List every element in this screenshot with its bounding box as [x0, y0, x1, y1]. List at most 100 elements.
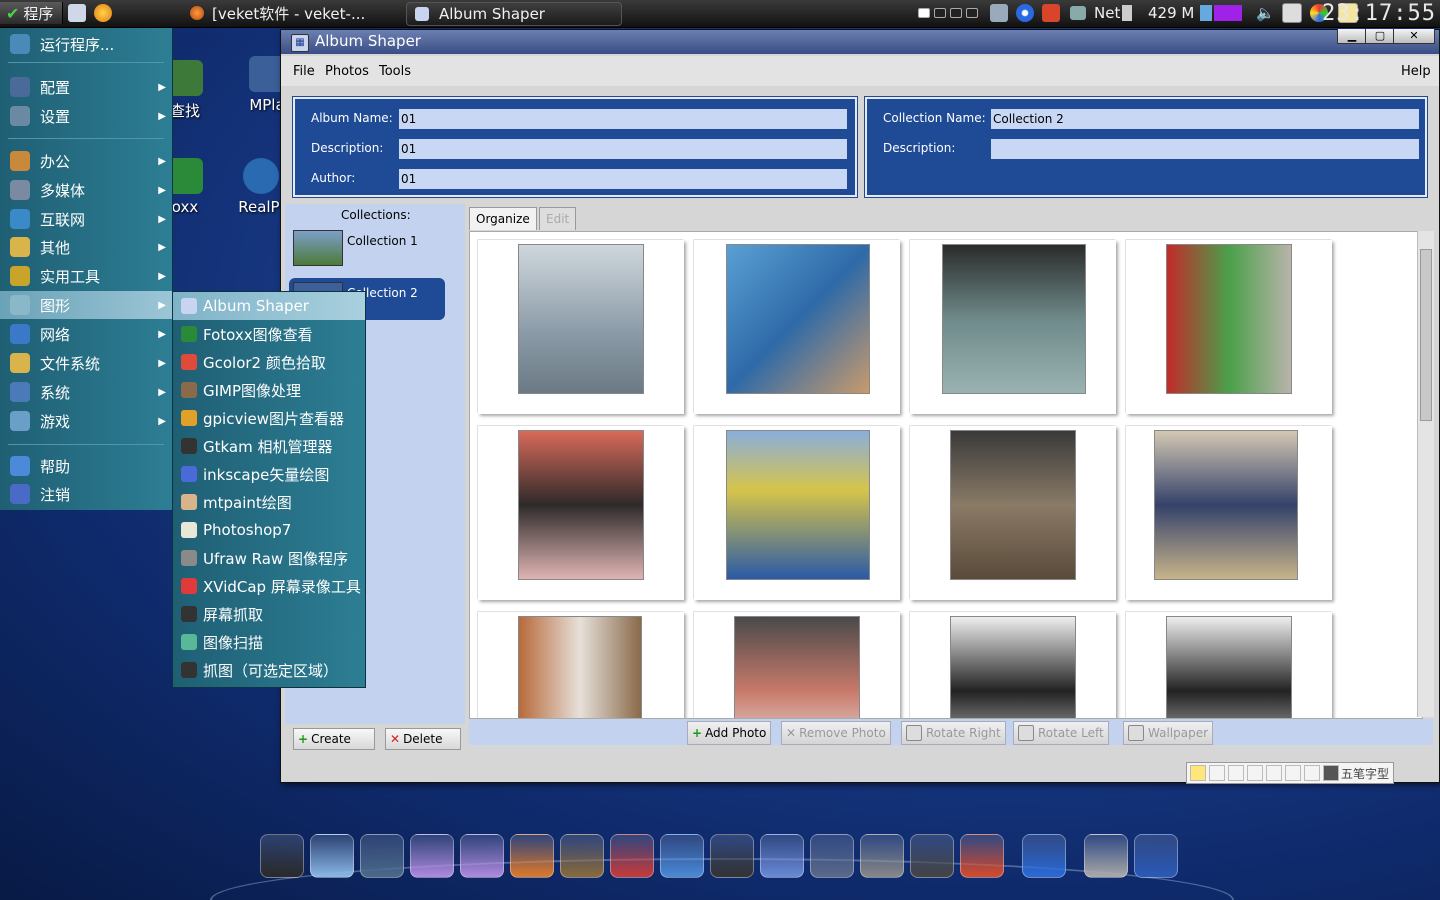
- minimize-button[interactable]: ▁: [1337, 29, 1367, 44]
- sylpheed-icon[interactable]: [410, 834, 454, 878]
- clock[interactable]: 23:17:55: [1322, 1, 1436, 26]
- rotate-left-button[interactable]: Rotate Left: [1013, 721, 1109, 745]
- submenu-item-mtpaint[interactable]: mtpaint绘图: [173, 488, 365, 516]
- tab-organize[interactable]: Organize: [469, 207, 537, 230]
- ime-bar[interactable]: 五笔字型: [1186, 762, 1394, 784]
- bird-icon[interactable]: [760, 834, 804, 878]
- terminal-icon[interactable]: [260, 834, 304, 878]
- close-button[interactable]: ✕: [1393, 29, 1435, 44]
- submenu-item-gtkam[interactable]: Gtkam 相机管理器: [173, 432, 365, 460]
- firefox-icon[interactable]: [510, 834, 554, 878]
- photo-cell[interactable]: [1126, 240, 1332, 414]
- rotate-right-button[interactable]: Rotate Right: [901, 721, 1006, 745]
- delete-button[interactable]: ✕ Delete: [385, 728, 461, 750]
- submenu-item-area-capture[interactable]: 抓图（可选定区域）: [173, 656, 365, 684]
- trash-tray[interactable]: [990, 2, 1008, 24]
- workspace-switcher[interactable]: [918, 2, 978, 24]
- submenu-item-screen-grab[interactable]: 屏幕抓取: [173, 600, 365, 628]
- taskbar-item-veket[interactable]: [veket软件 - veket-...: [190, 2, 365, 24]
- start-menu-item-other[interactable]: 其他 ▶: [0, 233, 172, 261]
- menu-photos[interactable]: Photos: [325, 64, 369, 79]
- search-icon[interactable]: [310, 834, 354, 878]
- input-method-icon[interactable]: [1022, 834, 1066, 878]
- film-reel-icon[interactable]: [910, 834, 954, 878]
- submenu-item-gimp[interactable]: GIMP图像处理: [173, 376, 365, 404]
- tab-edit[interactable]: Edit: [539, 207, 577, 230]
- start-menu-item-settings[interactable]: 设置 ▶: [0, 102, 172, 130]
- album-name-input[interactable]: [399, 109, 847, 129]
- volume-tray[interactable]: 🔈: [1256, 2, 1275, 24]
- album-author-input[interactable]: [399, 169, 847, 189]
- edit-icon[interactable]: [660, 834, 704, 878]
- tool-tray[interactable]: [1042, 2, 1060, 24]
- qq-icon[interactable]: [710, 834, 754, 878]
- menu-file[interactable]: File: [293, 64, 315, 79]
- home-icon[interactable]: [960, 834, 1004, 878]
- start-menu-item-logout[interactable]: 注销: [0, 480, 172, 508]
- submenu-item-album-shaper[interactable]: Album Shaper: [173, 292, 365, 320]
- photo-cell[interactable]: [694, 426, 900, 600]
- start-menu-item-multimedia[interactable]: 多媒体 ▶: [0, 176, 172, 204]
- start-menu-item-office[interactable]: 办公 ▶: [0, 147, 172, 175]
- start-menu-item-internet[interactable]: 互联网 ▶: [0, 205, 172, 233]
- submenu-item-image-scan[interactable]: 图像扫描: [173, 628, 365, 656]
- scrollbar-thumb[interactable]: [1420, 249, 1432, 421]
- network-tray[interactable]: Net: [1070, 2, 1133, 24]
- network-manager-icon[interactable]: [810, 834, 854, 878]
- start-menu-item-system[interactable]: 系统 ▶: [0, 378, 172, 406]
- start-menu-item-graphics[interactable]: 图形 ▶: [0, 291, 172, 319]
- photo-cell[interactable]: [1126, 612, 1332, 718]
- start-menu-item-network[interactable]: 网络 ▶: [0, 320, 172, 348]
- collection-item[interactable]: Collection 1: [289, 226, 445, 268]
- photo-cell[interactable]: [478, 240, 684, 414]
- photo-cell[interactable]: [694, 240, 900, 414]
- start-menu-item-games[interactable]: 游戏 ▶: [0, 407, 172, 435]
- submenu-item-gcolor2[interactable]: Gcolor2 颜色拾取: [173, 348, 365, 376]
- remove-photo-button[interactable]: ✕ Remove Photo: [781, 721, 891, 745]
- power-icon[interactable]: [1084, 834, 1128, 878]
- submenu-item-gpicview[interactable]: gpicview图片查看器: [173, 404, 365, 432]
- system-monitor-icon[interactable]: [360, 834, 404, 878]
- submenu-item-xvidcap[interactable]: XVidCap 屏幕录像工具: [173, 572, 365, 600]
- submenu-item-fotoxx[interactable]: Fotoxx图像查看: [173, 320, 365, 348]
- create-button[interactable]: + Create: [293, 728, 375, 750]
- gnu-icon[interactable]: [560, 834, 604, 878]
- taskbar-item-album-shaper[interactable]: Album Shaper: [406, 2, 622, 26]
- window-switch-icon[interactable]: [1134, 834, 1178, 878]
- menu-tools[interactable]: Tools: [379, 64, 411, 79]
- window-titlebar[interactable]: ▦ Album Shaper ▁ ▢ ✕: [281, 29, 1439, 54]
- add-photo-button[interactable]: + Add Photo: [687, 721, 772, 745]
- screen-grab-icon: [181, 606, 197, 622]
- photo-cell[interactable]: [910, 612, 1116, 718]
- submenu-item-inkscape[interactable]: inkscape矢量绘图: [173, 460, 365, 488]
- tools-icon[interactable]: [610, 834, 654, 878]
- speaker-icon[interactable]: [860, 834, 904, 878]
- submenu-item-photoshop7[interactable]: Photoshop7: [173, 516, 365, 544]
- desktop-quicklaunch[interactable]: [68, 2, 86, 24]
- start-button[interactable]: ✔ 程序: [0, 2, 63, 24]
- wallpaper-button[interactable]: Wallpaper: [1123, 721, 1214, 745]
- start-menu-item-run-program[interactable]: 运行程序...: [0, 30, 172, 58]
- album-description-input[interactable]: [399, 139, 847, 159]
- photo-cell[interactable]: [694, 612, 900, 718]
- start-menu-item-help[interactable]: 帮助: [0, 452, 172, 480]
- start-menu-item-utilities[interactable]: 实用工具 ▶: [0, 262, 172, 290]
- photo-cell[interactable]: [910, 240, 1116, 414]
- photo-grid-scrollbar[interactable]: [1417, 231, 1434, 717]
- photo-cell[interactable]: [478, 612, 684, 718]
- shell-quicklaunch[interactable]: [94, 2, 112, 24]
- maximize-button[interactable]: ▢: [1365, 29, 1395, 44]
- start-menu-item-config[interactable]: 配置 ▶: [0, 73, 172, 101]
- submenu-item-ufraw[interactable]: Ufraw Raw 图像程序: [173, 544, 365, 572]
- photo-cell[interactable]: [478, 426, 684, 600]
- start-menu-item-filesystem[interactable]: 文件系统 ▶: [0, 349, 172, 377]
- menu-help[interactable]: Help: [1401, 64, 1431, 79]
- photo-cell[interactable]: [910, 426, 1116, 600]
- writer-icon[interactable]: [460, 834, 504, 878]
- collection-description-input[interactable]: [991, 139, 1419, 159]
- memory-tray[interactable]: 429 M: [1148, 2, 1243, 24]
- power-tray[interactable]: [1016, 2, 1034, 24]
- collection-name-input[interactable]: [991, 109, 1419, 129]
- mail-tray[interactable]: [1282, 2, 1302, 24]
- photo-cell[interactable]: [1126, 426, 1332, 600]
